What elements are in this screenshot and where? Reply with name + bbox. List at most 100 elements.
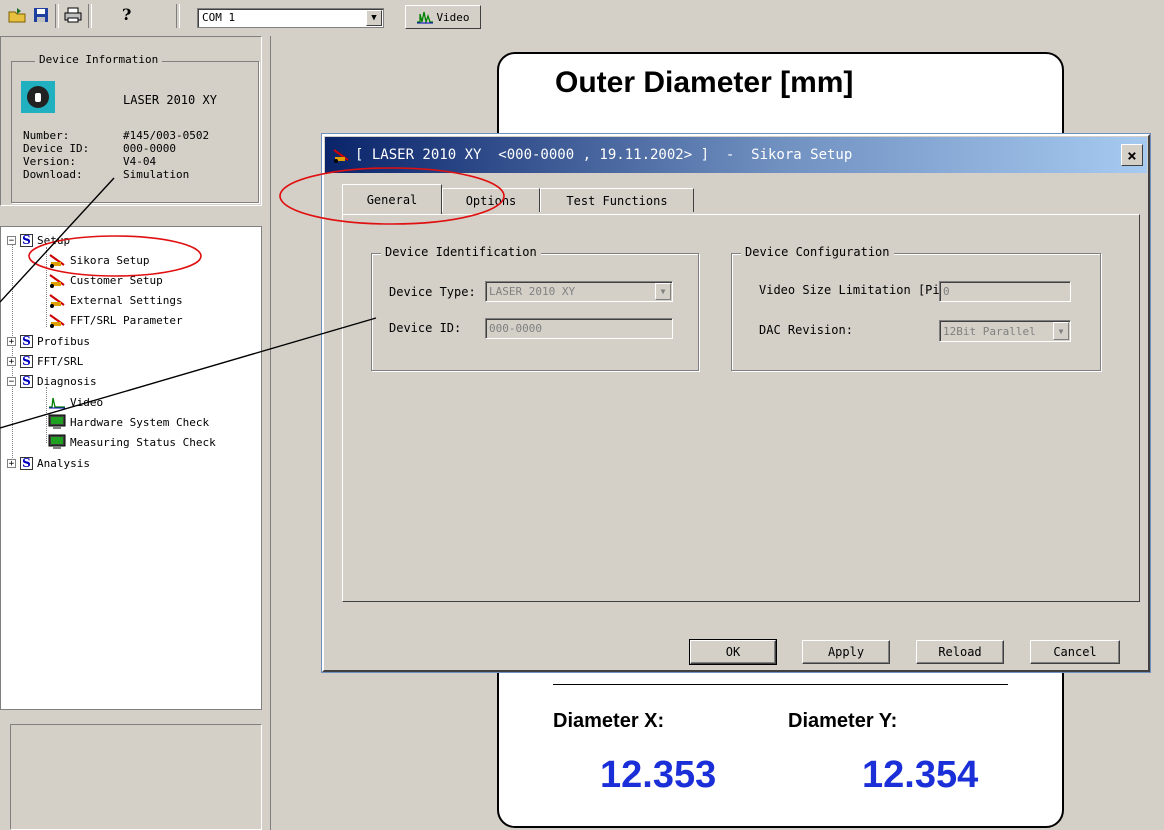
sikora-setup-dialog: [ LASER 2010 XY <000-0000 , 19.11.2002> … bbox=[321, 133, 1151, 673]
tree-label: FFT/SRL Parameter bbox=[70, 313, 183, 327]
tree-label: Hardware System Check bbox=[70, 415, 210, 429]
device-download-row: Download: Simulation bbox=[23, 168, 190, 181]
chevron-down-icon[interactable]: ▼ bbox=[366, 10, 382, 26]
tree-item-video[interactable]: Video bbox=[47, 393, 103, 411]
chevron-down-icon: ▼ bbox=[655, 283, 671, 300]
tree-label: Customer Setup bbox=[70, 273, 163, 287]
waveform-icon bbox=[417, 11, 434, 24]
com-port-value: COM 1 bbox=[202, 11, 236, 24]
tree-node-analysis[interactable]: + S Analysis bbox=[7, 454, 90, 472]
tree-label: External Settings bbox=[70, 293, 183, 307]
tree-label: Measuring Status Check bbox=[70, 435, 216, 449]
setup-tool-icon bbox=[47, 292, 67, 308]
video-button-label: Video bbox=[436, 10, 470, 24]
close-button[interactable]: × bbox=[1121, 144, 1143, 166]
device-type-select: LASER 2010 XY ▼ bbox=[485, 281, 673, 302]
button-label: Reload bbox=[938, 645, 982, 659]
device-id-value: 000-0000 bbox=[489, 322, 542, 335]
device-configuration-title: Device Configuration bbox=[741, 245, 894, 259]
ok-button[interactable]: OK bbox=[689, 639, 777, 665]
help-icon[interactable]: ? bbox=[116, 4, 138, 26]
diameter-x-label: Diameter X: bbox=[553, 710, 665, 732]
apply-button[interactable]: Apply bbox=[802, 640, 890, 664]
tree-label: FFT/SRL bbox=[37, 354, 84, 368]
tree-label: Profibus bbox=[37, 334, 90, 348]
setup-tool-icon bbox=[331, 145, 351, 165]
device-id-label: Device ID: bbox=[389, 321, 462, 335]
video-size-value: 0 bbox=[943, 285, 950, 298]
button-label: Cancel bbox=[1053, 645, 1097, 659]
reload-button[interactable]: Reload bbox=[916, 640, 1004, 664]
tab-label: General bbox=[366, 192, 418, 207]
setup-tool-icon bbox=[47, 312, 67, 328]
diameter-y-value: 12.354 bbox=[862, 754, 979, 796]
tab-options[interactable]: Options bbox=[442, 188, 540, 212]
dialog-titlebar[interactable]: [ LASER 2010 XY <000-0000 , 19.11.2002> … bbox=[325, 137, 1147, 173]
tree-label: Sikora Setup bbox=[70, 253, 150, 267]
tab-label: Test Functions bbox=[566, 193, 668, 208]
dac-revision-label: DAC Revision: bbox=[759, 323, 853, 337]
tab-label: Options bbox=[465, 193, 517, 208]
monitor-icon bbox=[47, 434, 67, 450]
s-module-icon: S bbox=[20, 233, 33, 247]
expand-icon[interactable]: + bbox=[7, 356, 16, 366]
s-module-icon: S bbox=[20, 334, 33, 348]
tree-node-setup[interactable]: − S Setup bbox=[7, 231, 70, 249]
diameter-y-label: Diameter Y: bbox=[788, 710, 898, 732]
tab-panel-general: Device Identification Device Type: LASER… bbox=[342, 214, 1140, 602]
device-id-row: Device ID: 000-0000 bbox=[23, 142, 176, 155]
tree-label: Video bbox=[70, 395, 104, 409]
tab-test-functions[interactable]: Test Functions bbox=[540, 188, 694, 212]
collapse-icon[interactable]: − bbox=[7, 235, 16, 245]
tree-item-sikora-setup[interactable]: Sikora Setup bbox=[47, 251, 149, 269]
device-number-row: Number: #145/003-0502 bbox=[23, 129, 210, 142]
device-configuration-group bbox=[731, 253, 1101, 371]
device-identification-title: Device Identification bbox=[381, 245, 541, 259]
display-title: Outer Diameter [mm] bbox=[555, 66, 854, 99]
setup-tool-icon bbox=[47, 272, 67, 288]
device-type-value: LASER 2010 XY bbox=[489, 285, 576, 298]
button-label: Apply bbox=[827, 645, 865, 659]
toolbar: ? COM 1 ▼ Video bbox=[0, 0, 1164, 34]
diameter-x-value: 12.353 bbox=[600, 754, 717, 796]
s-module-icon: S bbox=[20, 374, 33, 388]
tree-item-customer-setup[interactable]: Customer Setup bbox=[47, 271, 163, 289]
dac-revision-value: 12Bit Parallel bbox=[943, 324, 1036, 338]
collapse-icon[interactable]: − bbox=[7, 376, 16, 386]
tree-item-fft-srl-parameter[interactable]: FFT/SRL Parameter bbox=[47, 311, 183, 329]
chevron-down-icon: ▼ bbox=[1053, 322, 1069, 340]
expand-icon[interactable]: + bbox=[7, 336, 16, 346]
tab-general[interactable]: General bbox=[342, 184, 442, 214]
device-version-row: Version: V4-04 bbox=[23, 155, 157, 168]
device-icon bbox=[21, 81, 55, 113]
device-name: LASER 2010 XY bbox=[123, 93, 217, 107]
button-label: OK bbox=[725, 645, 741, 659]
device-id-field: 000-0000 bbox=[485, 318, 673, 339]
close-icon: × bbox=[1127, 145, 1137, 165]
save-icon[interactable] bbox=[30, 4, 52, 26]
tree-item-hardware-check[interactable]: Hardware System Check bbox=[47, 413, 209, 431]
device-type-label: Device Type: bbox=[389, 285, 476, 299]
device-info-panel: Device Information LASER 2010 XY Number:… bbox=[0, 36, 262, 206]
print-icon[interactable] bbox=[62, 4, 84, 26]
device-info-title: Device Information bbox=[35, 53, 163, 66]
video-button[interactable]: Video bbox=[405, 5, 481, 29]
tree-node-diagnosis[interactable]: − S Diagnosis bbox=[7, 372, 97, 390]
tree-node-profibus[interactable]: + S Profibus bbox=[7, 332, 90, 350]
dialog-title: [ LASER 2010 XY <000-0000 , 19.11.2002> … bbox=[355, 147, 853, 163]
video-size-field: 0 bbox=[939, 281, 1071, 302]
tree-node-fft-srl[interactable]: + S FFT/SRL bbox=[7, 352, 83, 370]
cancel-button[interactable]: Cancel bbox=[1030, 640, 1120, 664]
tree-item-external-settings[interactable]: External Settings bbox=[47, 291, 183, 309]
waveform-icon bbox=[47, 394, 67, 410]
navigation-tree[interactable]: − S Setup Sikora Setup Customer Setup Ex… bbox=[0, 226, 262, 710]
tree-item-measuring-check[interactable]: Measuring Status Check bbox=[47, 433, 216, 451]
bottom-panel bbox=[10, 724, 262, 830]
setup-tool-icon bbox=[47, 252, 67, 268]
com-port-select[interactable]: COM 1 ▼ bbox=[197, 8, 384, 28]
dac-revision-select: 12Bit Parallel ▼ bbox=[939, 320, 1071, 342]
open-icon[interactable] bbox=[6, 4, 28, 26]
svg-text:?: ? bbox=[122, 6, 131, 24]
tree-label: Setup bbox=[37, 233, 71, 247]
expand-icon[interactable]: + bbox=[7, 458, 16, 468]
